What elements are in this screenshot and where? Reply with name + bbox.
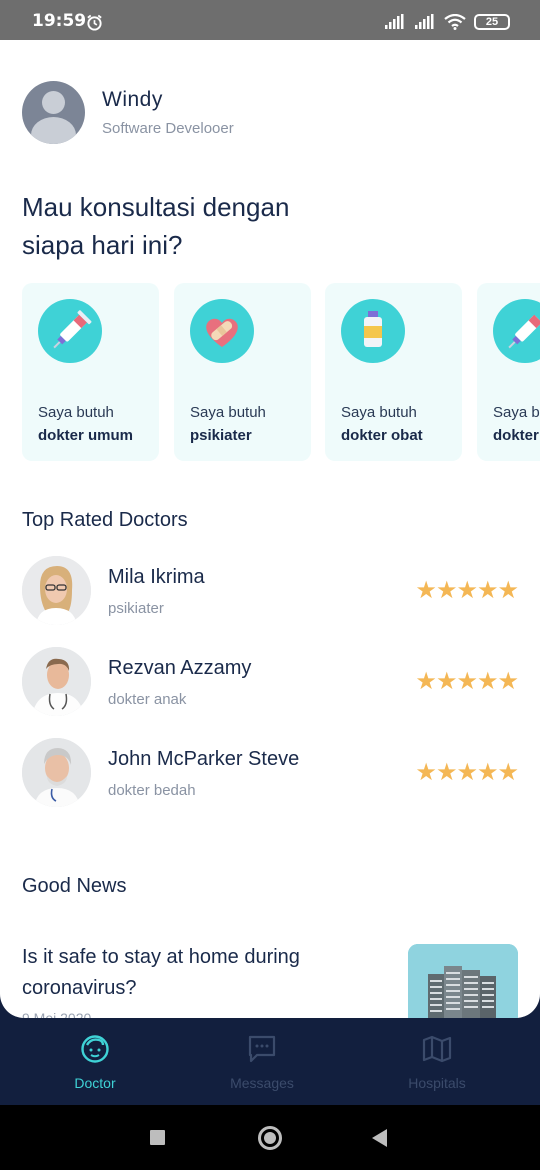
wifi-icon xyxy=(444,14,466,30)
signal-icon xyxy=(415,14,434,29)
doctor-name: Rezvan Azzamy xyxy=(108,657,252,679)
back-button[interactable] xyxy=(372,1129,387,1147)
nav-doctor[interactable]: Doctor xyxy=(35,1034,155,1091)
doctor-rating: ★★★★★ xyxy=(415,758,519,786)
home-content: Windy Software Develooer Mau konsultasi … xyxy=(0,40,540,1018)
nav-hospitals[interactable]: Hospitals xyxy=(377,1034,497,1091)
good-news-title: Good News xyxy=(22,875,127,897)
news-headline: Is it safe to stay at home during corona… xyxy=(22,946,300,999)
alarm-icon xyxy=(87,14,102,31)
category-line1: Saya butuh xyxy=(493,404,540,421)
nav-messages[interactable]: Messages xyxy=(202,1034,322,1091)
category-line2: dokter obat xyxy=(341,427,423,444)
nav-label: Messages xyxy=(230,1075,294,1091)
news-image xyxy=(408,944,518,1018)
doctor-row[interactable]: Mila Ikrima psikiater ★★★★★ xyxy=(22,556,519,626)
doctor-row[interactable]: John McParker Steve dokter bedah ★★★★★ xyxy=(22,738,519,808)
status-bar: 19:59 25 xyxy=(0,0,540,40)
bottom-nav: Doctor Messages Hospitals xyxy=(0,1018,540,1105)
category-card-dokter-umum-2[interactable]: Saya butuh dokter umum xyxy=(477,283,540,461)
status-icons: 25 xyxy=(384,12,510,32)
battery-level: 25 xyxy=(485,16,499,28)
page-title: Mau konsultasi dengan siapa hari ini? xyxy=(22,192,290,260)
map-icon xyxy=(422,1035,452,1063)
battery-icon: 25 xyxy=(474,14,510,30)
category-line2: dokter umum xyxy=(493,427,540,444)
avatar[interactable] xyxy=(22,81,85,144)
home-button[interactable] xyxy=(258,1126,282,1150)
doctor-name: John McParker Steve xyxy=(108,748,300,770)
chat-icon xyxy=(248,1035,276,1063)
doctor-name: Mila Ikrima xyxy=(108,566,205,588)
category-line1: Saya butuh xyxy=(190,404,266,421)
category-card-dokter-umum[interactable]: Saya butuh dokter umum xyxy=(22,283,159,461)
doctor-row[interactable]: Rezvan Azzamy dokter anak ★★★★★ xyxy=(22,647,519,717)
user-profile[interactable]: Windy Software Develooer xyxy=(22,81,234,144)
category-card-psikiater[interactable]: Saya butuh psikiater xyxy=(174,283,311,461)
syringe-icon xyxy=(38,299,102,363)
doctor-specialty: dokter bedah xyxy=(108,782,196,799)
category-line1: Saya butuh xyxy=(341,404,417,421)
doctor-face-icon xyxy=(81,1035,109,1063)
system-nav-bar xyxy=(0,1105,540,1170)
app: Windy Software Develooer Mau konsultasi … xyxy=(0,40,540,1105)
medicine-bottle-icon xyxy=(341,299,405,363)
recent-apps-button[interactable] xyxy=(150,1130,165,1145)
signal-icon xyxy=(385,14,404,29)
doctor-specialty: psikiater xyxy=(108,600,164,617)
category-list[interactable]: Saya butuh dokter umum Saya butuh psikia… xyxy=(22,283,540,463)
category-card-dokter-obat[interactable]: Saya butuh dokter obat xyxy=(325,283,462,461)
doctor-photo xyxy=(22,647,91,716)
news-date: 9 Mei 2020 xyxy=(22,1010,92,1018)
doctor-rating: ★★★★★ xyxy=(415,667,519,695)
nav-label: Hospitals xyxy=(408,1075,466,1091)
status-time: 19:59 xyxy=(32,11,87,31)
doctor-specialty: dokter anak xyxy=(108,691,187,708)
user-name: Windy xyxy=(102,88,163,111)
bandaged-heart-icon xyxy=(190,299,254,363)
nav-label: Doctor xyxy=(74,1075,116,1091)
user-role: Software Develooer xyxy=(102,120,234,137)
syringe-icon xyxy=(493,299,540,363)
category-line2: psikiater xyxy=(190,427,252,444)
doctor-photo xyxy=(22,738,91,807)
doctor-photo xyxy=(22,556,91,625)
category-line1: Saya butuh xyxy=(38,404,114,421)
doctor-rating: ★★★★★ xyxy=(415,576,519,604)
category-line2: dokter umum xyxy=(38,427,134,444)
top-rated-title: Top Rated Doctors xyxy=(22,509,188,531)
